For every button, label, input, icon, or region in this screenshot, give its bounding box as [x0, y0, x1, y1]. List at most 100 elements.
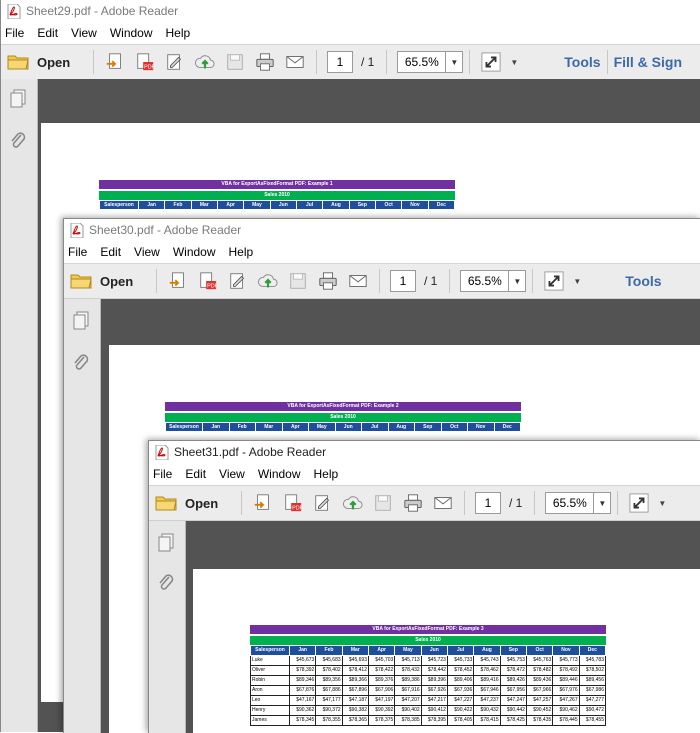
print-icon[interactable]: [402, 492, 424, 514]
save-icon[interactable]: [224, 51, 246, 73]
sales-year-label: Sales 2010: [99, 191, 455, 200]
save-icon[interactable]: [287, 270, 309, 292]
export-icon[interactable]: [167, 270, 189, 292]
print-icon[interactable]: [317, 270, 339, 292]
value-cell: $78,415: [473, 715, 501, 726]
zoom-value: 65.5%: [404, 55, 439, 69]
attachment-icon[interactable]: [9, 131, 27, 151]
toolbar-separator: [379, 269, 380, 293]
save-icon[interactable]: [372, 492, 394, 514]
column-header: Dec: [493, 422, 521, 432]
toolbar-separator: [606, 50, 608, 74]
upload-icon[interactable]: [257, 270, 279, 292]
attachment-icon[interactable]: [72, 353, 90, 373]
email-icon[interactable]: [284, 51, 306, 73]
svg-text:PDF: PDF: [292, 505, 303, 511]
menu-help[interactable]: Help: [314, 467, 339, 481]
upload-icon[interactable]: [342, 492, 364, 514]
column-header: Nov: [401, 200, 429, 210]
zoom-select[interactable]: 65.5% ▼: [397, 51, 464, 73]
menu-window[interactable]: Window: [258, 467, 301, 481]
chevron-down-icon[interactable]: ▼: [593, 493, 610, 513]
pages-icon[interactable]: [9, 89, 27, 109]
export-icon[interactable]: [104, 51, 126, 73]
salesperson-cell: Oliver: [250, 665, 290, 676]
sign-icon[interactable]: [312, 492, 334, 514]
attachment-icon[interactable]: [157, 573, 175, 593]
sheet-title: VBA for ExportAsFixedFormat PDF: Example…: [165, 402, 521, 411]
menu-bar: File Edit View Window Help: [1, 22, 700, 44]
menu-edit[interactable]: Edit: [100, 245, 121, 259]
chevron-down-icon[interactable]: ▼: [508, 271, 525, 291]
menu-edit[interactable]: Edit: [37, 26, 58, 40]
chevron-down-icon[interactable]: ▼: [445, 52, 462, 72]
create-pdf-icon[interactable]: PDF: [134, 51, 156, 73]
value-cell: $78,405: [446, 715, 475, 726]
open-button[interactable]: Open: [1, 54, 87, 70]
table-row: Luke $45,673 $45,683 $45,693 $45,703 $45,713 $…: [250, 655, 607, 666]
page-number-input[interactable]: 1: [475, 492, 501, 514]
column-header: Aug: [322, 200, 350, 210]
table-header-row: Salesperson Jan Feb Mar Apr May Jun Jul Aug Sep Oc…: [99, 200, 456, 210]
value-cell: $78,375: [367, 715, 396, 726]
toolbar-separator: [534, 491, 536, 515]
menu-view[interactable]: View: [71, 26, 97, 40]
create-pdf-icon[interactable]: PDF: [282, 492, 304, 514]
value-cell: $78,492: [552, 665, 580, 676]
sign-icon[interactable]: [164, 51, 186, 73]
value-cell: $78,435: [525, 715, 554, 726]
menu-view[interactable]: View: [134, 245, 160, 259]
value-cell: $78,482: [525, 665, 554, 676]
value-cell: $89,356: [315, 675, 343, 686]
zoom-select[interactable]: 65.5% ▼: [460, 270, 527, 292]
menu-file[interactable]: File: [5, 26, 24, 40]
column-header: Feb: [164, 200, 192, 210]
column-header: Jul: [295, 200, 324, 210]
spreadsheet-preview: VBA for ExportAsFixedFormat PDF: Example…: [99, 180, 456, 210]
toolbar-menu-chevron-icon[interactable]: ▼: [510, 58, 518, 67]
create-pdf-icon[interactable]: PDF: [197, 270, 219, 292]
pages-icon[interactable]: [72, 311, 90, 331]
tools-link[interactable]: Tools: [625, 273, 661, 289]
value-cell: $45,783: [578, 655, 607, 666]
value-cell: $67,896: [341, 685, 369, 696]
expand-icon[interactable]: [628, 492, 650, 514]
menu-file[interactable]: File: [68, 245, 87, 259]
value-cell: $90,382: [341, 705, 369, 716]
value-cell: $78,432: [394, 665, 422, 676]
menu-help[interactable]: Help: [229, 245, 254, 259]
email-icon[interactable]: [347, 270, 369, 292]
page-area[interactable]: VBA for ExportAsFixedFormat PDF: Example…: [186, 521, 700, 733]
value-cell: $90,452: [525, 705, 554, 716]
email-icon[interactable]: [432, 492, 454, 514]
svg-text:PDF: PDF: [144, 64, 155, 70]
menu-window[interactable]: Window: [173, 245, 216, 259]
salesperson-cell: James: [250, 715, 290, 726]
page-number-input[interactable]: 1: [327, 51, 353, 73]
toolbar-menu-chevron-icon[interactable]: ▼: [573, 277, 581, 286]
tools-link[interactable]: Tools: [564, 54, 600, 70]
expand-icon[interactable]: [480, 51, 502, 73]
expand-icon[interactable]: [543, 270, 565, 292]
export-icon[interactable]: [252, 492, 274, 514]
page-number-input[interactable]: 1: [390, 270, 416, 292]
menu-edit[interactable]: Edit: [185, 467, 206, 481]
menu-file[interactable]: File: [153, 467, 172, 481]
zoom-select[interactable]: 65.5% ▼: [545, 492, 612, 514]
column-header: Jun: [269, 200, 297, 210]
print-icon[interactable]: [254, 51, 276, 73]
upload-icon[interactable]: [194, 51, 216, 73]
open-button[interactable]: Open: [64, 273, 150, 289]
sign-icon[interactable]: [227, 270, 249, 292]
open-button[interactable]: Open: [149, 495, 235, 511]
menu-help[interactable]: Help: [166, 26, 191, 40]
value-cell: $67,916: [394, 685, 422, 696]
pages-icon[interactable]: [157, 533, 175, 553]
menu-window[interactable]: Window: [110, 26, 153, 40]
column-header: Jan: [288, 645, 317, 656]
fill-sign-link[interactable]: Fill & Sign: [614, 54, 682, 70]
menu-view[interactable]: View: [219, 467, 245, 481]
value-cell: $67,956: [499, 685, 527, 696]
toolbar-menu-chevron-icon[interactable]: ▼: [658, 499, 666, 508]
svg-text:PDF: PDF: [207, 283, 218, 289]
